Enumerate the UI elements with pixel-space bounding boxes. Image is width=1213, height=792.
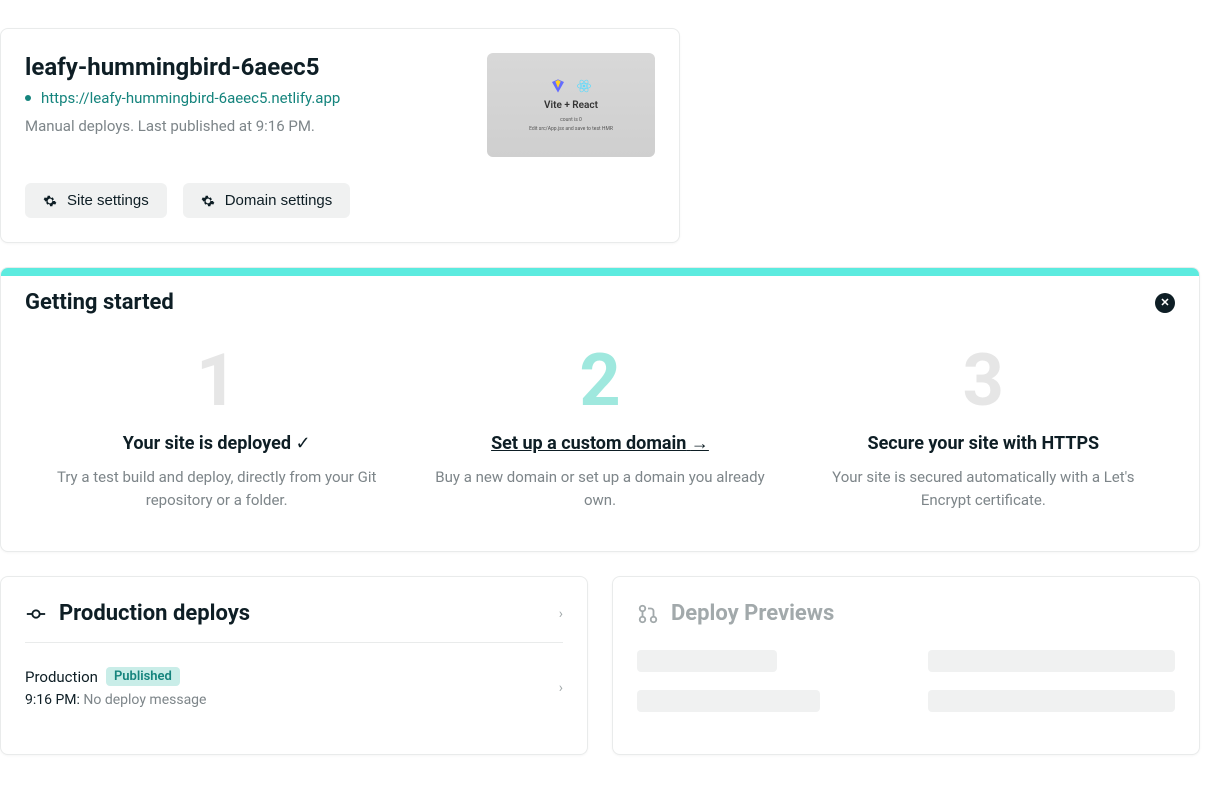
deploy-message: No deploy message: [83, 692, 206, 708]
skeleton-row: [637, 690, 1175, 712]
react-icon: [576, 78, 592, 94]
skeleton-block: [637, 690, 820, 712]
step-number: 3: [808, 345, 1159, 417]
pull-request-icon: [637, 603, 659, 625]
getting-started-title: Getting started: [25, 290, 174, 315]
arrow-right-icon: →: [691, 433, 709, 454]
step-number: 1: [41, 345, 392, 417]
step-number: 2: [424, 345, 775, 417]
production-deploys-title: Production deploys: [25, 601, 250, 626]
domain-settings-button[interactable]: Domain settings: [183, 183, 351, 218]
getting-started-panel: Getting started ✕ 1 Your site is deploye…: [0, 267, 1200, 552]
step-description: Buy a new domain or set up a domain you …: [424, 466, 775, 511]
accent-bar: [1, 268, 1199, 276]
preview-line: Edit src/App.jsx and save to test HMR: [529, 126, 613, 132]
preview-title: Vite + React: [544, 100, 598, 111]
site-settings-button[interactable]: Site settings: [25, 183, 167, 218]
site-overview-card: leafy-hummingbird-6aeec5 https://leafy-h…: [0, 28, 680, 243]
skeleton-row: [637, 650, 1175, 672]
deploy-previews-title: Deploy Previews: [637, 601, 834, 626]
step-deployed: 1 Your site is deployed ✓ Try a test bui…: [25, 345, 408, 511]
deploy-time: 9:16 PM:: [25, 692, 80, 708]
close-button[interactable]: ✕: [1155, 293, 1175, 313]
step-custom-domain[interactable]: 2 Set up a custom domain → Buy a new dom…: [408, 345, 791, 511]
site-meta-text: Manual deploys. Last published at 9:16 P…: [25, 117, 487, 135]
site-info: leafy-hummingbird-6aeec5 https://leafy-h…: [25, 53, 487, 135]
skeleton-block: [928, 690, 1175, 712]
step-title-link[interactable]: Set up a custom domain →: [424, 433, 775, 454]
deploy-previews-panel: Deploy Previews: [612, 576, 1200, 755]
site-url-link[interactable]: https://leafy-hummingbird-6aeec5.netlify…: [41, 89, 340, 107]
production-deploys-panel: Production deploys › Production Publishe…: [0, 576, 588, 755]
checkmark-icon: ✓: [295, 433, 310, 454]
skeleton-block: [637, 650, 777, 672]
preview-subtext: count is 0: [560, 117, 582, 123]
vite-icon: [550, 78, 566, 94]
site-name: leafy-hummingbird-6aeec5: [25, 53, 487, 81]
domain-settings-label: Domain settings: [225, 192, 333, 209]
status-dot-icon: [25, 95, 31, 101]
chevron-right-icon[interactable]: ›: [559, 606, 563, 622]
step-title: Your site is deployed ✓: [41, 433, 392, 454]
skeleton-block: [928, 650, 1175, 672]
step-https: 3 Secure your site with HTTPS Your site …: [792, 345, 1175, 511]
commit-icon: [25, 603, 47, 625]
deploy-item[interactable]: Production Published 9:16 PM: No deploy …: [25, 663, 563, 712]
close-icon: ✕: [1160, 296, 1169, 309]
step-description: Your site is secured automatically with …: [808, 466, 1159, 511]
gear-icon: [201, 194, 215, 208]
site-preview-thumbnail[interactable]: Vite + React count is 0 Edit src/App.jsx…: [487, 53, 655, 157]
site-settings-label: Site settings: [67, 192, 149, 209]
published-badge: Published: [106, 667, 180, 686]
gear-icon: [43, 194, 57, 208]
step-title: Secure your site with HTTPS: [808, 433, 1159, 454]
chevron-right-icon: ›: [559, 680, 563, 696]
deploy-environment: Production: [25, 668, 98, 686]
step-description: Try a test build and deploy, directly fr…: [41, 466, 392, 511]
